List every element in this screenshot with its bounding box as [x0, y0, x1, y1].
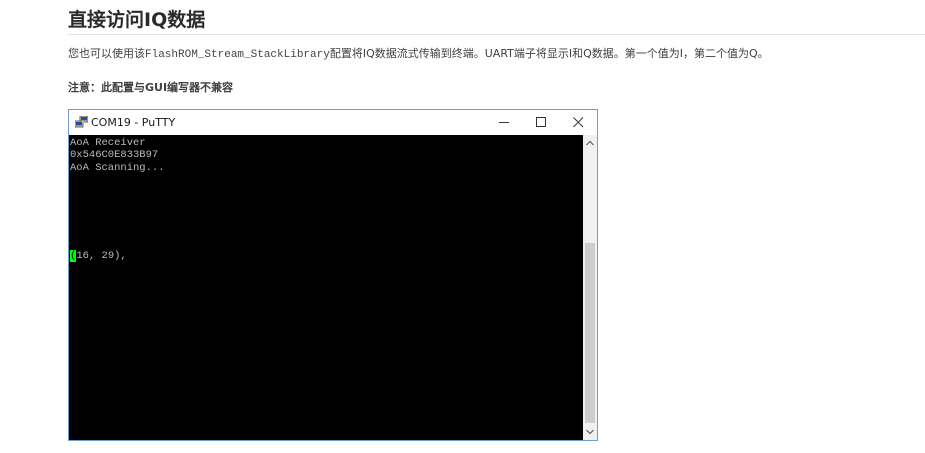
terminal-screen[interactable]: AoA Receiver 0x546C0E833B97 AoA Scanning…: [69, 135, 583, 440]
scrollbar-thumb[interactable]: [585, 243, 595, 423]
putty-icon: [75, 116, 88, 128]
maximize-button[interactable]: [523, 110, 560, 135]
chevron-up-icon: [586, 140, 594, 146]
terminal-data-line: (16, 29),: [70, 250, 127, 262]
window-title: COM19 - PuTTY: [91, 116, 176, 129]
heading-divider: [68, 34, 925, 35]
scroll-down-button[interactable]: [583, 424, 597, 440]
close-button[interactable]: [560, 110, 597, 135]
doc-page: 直接访问IQ数据 您也可以使用该FlashROM_Stream_StackLib…: [0, 0, 925, 453]
terminal-line: AoA Scanning...: [70, 162, 165, 174]
compatibility-note: 注意：此配置与GUI编写器不兼容: [68, 81, 234, 94]
chevron-down-icon: [586, 429, 594, 435]
terminal-data-text: 16, 29),: [76, 250, 127, 262]
inline-code: FlashROM_Stream_StackLibrary: [145, 49, 330, 61]
window-titlebar[interactable]: COM19 - PuTTY: [69, 110, 597, 135]
paragraph-text-before: 您也可以使用该: [68, 47, 145, 60]
description-paragraph: 您也可以使用该FlashROM_Stream_StackLibrary配置将IQ…: [68, 46, 769, 63]
minimize-button[interactable]: [486, 110, 523, 135]
scroll-up-button[interactable]: [583, 135, 597, 151]
section-heading: 直接访问IQ数据: [68, 9, 206, 31]
maximize-icon: [536, 117, 546, 127]
close-icon: [573, 117, 584, 128]
paragraph-text-after: 配置将IQ数据流式传输到终端。UART端子将显示I和Q数据。第一个值为I，第二个…: [329, 47, 769, 60]
terminal-scrollbar[interactable]: [583, 135, 597, 440]
terminal-line: AoA Receiver: [70, 137, 146, 149]
minimize-icon: [499, 122, 509, 123]
terminal-line: 0x546C0E833B97: [70, 149, 159, 161]
putty-window: COM19 - PuTTY AoA Receiver 0x546C0E833B9…: [68, 109, 598, 441]
